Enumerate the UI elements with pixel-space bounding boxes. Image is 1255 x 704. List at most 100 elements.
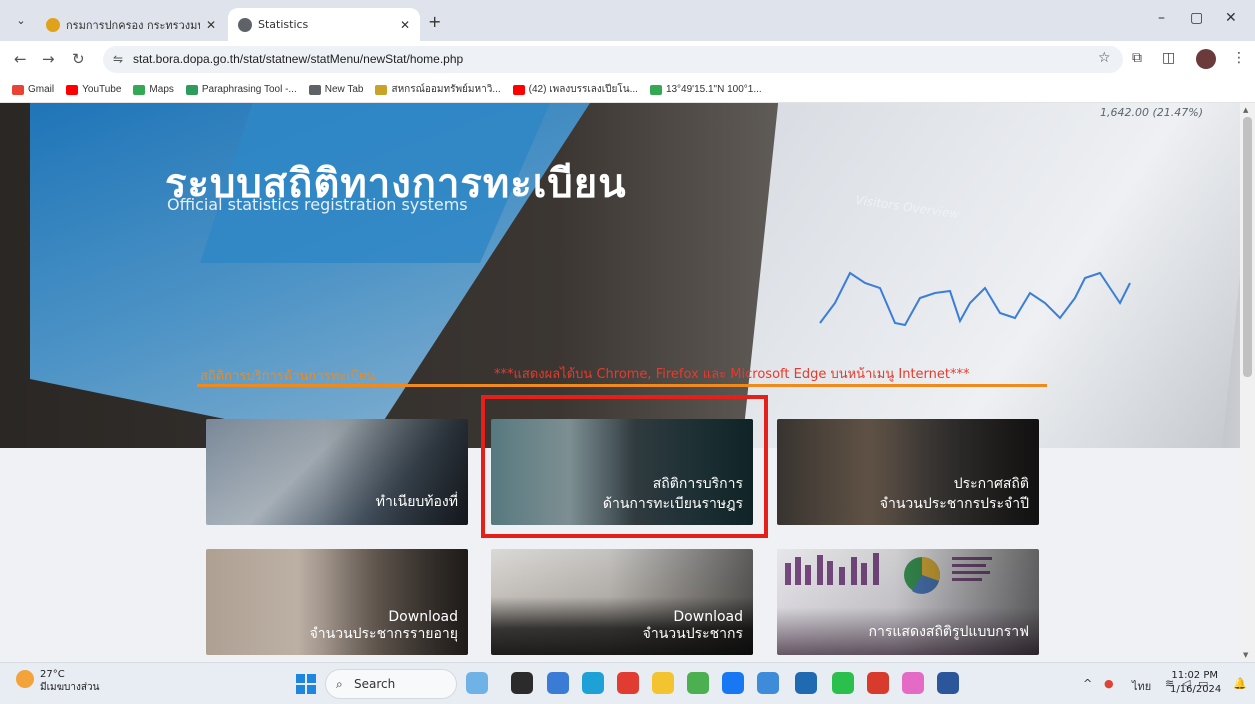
scroll-thumb[interactable]	[1243, 117, 1252, 377]
scroll-down-arrow-icon[interactable]: ▼	[1243, 651, 1248, 659]
tab-title: Statistics	[258, 18, 309, 31]
bookmark-paraphrasing[interactable]: Paraphrasing Tool -...	[185, 84, 297, 95]
minimize-icon[interactable]: –	[1158, 10, 1165, 26]
windows-start-icon[interactable]	[296, 674, 316, 694]
maps-pin-icon	[133, 84, 146, 95]
bookmark-label: Maps	[149, 84, 174, 95]
page-viewport: ระบบสถิติทางการทะเบียน Official statisti…	[0, 103, 1240, 662]
widgets-icon[interactable]	[466, 672, 488, 694]
bookmarks-bar: Gmail YouTube Maps Paraphrasing Tool -..…	[0, 77, 1255, 103]
input-language[interactable]: ไทย	[1132, 677, 1151, 695]
gmail-icon	[12, 84, 24, 95]
tile-label: การแสดงสถิติรูปแบบกราฟ	[868, 624, 1029, 640]
section-label: สถิติการบริการด้านการทะเบียน	[200, 369, 376, 384]
browser-toolbar: ← → ↻ ⇋ stat.bora.dopa.go.th/stat/statne…	[0, 41, 1255, 77]
security-tray-icon[interactable]: ●	[1104, 677, 1114, 690]
site-info-icon[interactable]: ⇋	[113, 52, 123, 66]
tab-search-chevron-icon[interactable]: ⌄	[10, 10, 32, 32]
tray-chevron-up-icon[interactable]: ^	[1083, 677, 1092, 690]
tile-label-line1: ประกาศสถิติ	[953, 476, 1029, 492]
mcafee-icon[interactable]	[617, 672, 639, 694]
copilot-icon[interactable]	[547, 672, 569, 694]
word-icon[interactable]	[937, 672, 959, 694]
tile-download-population[interactable]: Download จำนวนประชากร	[491, 549, 753, 655]
window-close-icon[interactable]: ✕	[1225, 10, 1237, 26]
url-text: stat.bora.dopa.go.th/stat/statnew/statMe…	[133, 52, 464, 66]
scroll-up-arrow-icon[interactable]: ▲	[1243, 106, 1248, 114]
back-arrow-icon[interactable]: ←	[14, 50, 27, 68]
chrome-icon[interactable]	[687, 672, 709, 694]
bookmark-label: YouTube	[82, 84, 122, 95]
task-view-icon[interactable]	[511, 672, 533, 694]
tile-label: ทำเนียบท้องที่	[375, 494, 458, 510]
tile-graph-statistics[interactable]: การแสดงสถิติรูปแบบกราฟ	[777, 549, 1039, 655]
close-tab-icon[interactable]: ✕	[206, 18, 216, 32]
side-panel-icon[interactable]: ◫	[1162, 50, 1175, 66]
forward-arrow-icon[interactable]: →	[42, 50, 55, 68]
tile-locality-directory[interactable]: ทำเนียบท้องที่	[206, 419, 468, 525]
notification-bell-icon[interactable]: 🔔	[1233, 677, 1247, 690]
search-label: Search	[354, 677, 396, 691]
weather-cloud-icon	[16, 670, 34, 688]
tile-label-line2: จำนวนประชากรรายอายุ	[309, 626, 458, 642]
menu-kebab-icon[interactable]: ⋮	[1232, 50, 1246, 66]
close-tab-icon[interactable]: ✕	[400, 18, 410, 32]
maps-pin-icon	[649, 84, 662, 95]
bookmark-label: สหกรณ์ออมทรัพย์มหาวิ...	[391, 84, 501, 95]
coop-logo-icon	[375, 84, 388, 95]
facebook-icon[interactable]	[722, 672, 744, 694]
maximize-icon[interactable]: ▢	[1190, 10, 1203, 26]
dopa-favicon-icon	[46, 17, 60, 32]
tab-title: กรมการปกครอง กระทรวงมหาดไทย	[66, 18, 200, 32]
bookmark-star-icon[interactable]: ☆	[1098, 50, 1111, 66]
tab-strip: ⌄ กรมการปกครอง กระทรวงมหาดไทย ✕ Statisti…	[0, 0, 1255, 41]
bookmark-coop[interactable]: สหกรณ์ออมทรัพย์มหาวิ...	[375, 82, 501, 97]
system-clock[interactable]: 11:02 PM 1/16/2024	[1170, 669, 1222, 697]
page-subtitle: Official statistics registration systems	[167, 195, 468, 214]
bookmark-maps[interactable]: Maps	[133, 84, 174, 95]
teams-icon[interactable]	[902, 672, 924, 694]
bookmark-label: 13°49'15.1"N 100°1...	[665, 84, 762, 95]
line-icon[interactable]	[832, 672, 854, 694]
bookmark-gmail[interactable]: Gmail	[12, 84, 54, 95]
profile-avatar[interactable]	[1196, 49, 1216, 69]
paraphrasing-icon	[185, 84, 198, 95]
youtube-icon	[66, 84, 79, 95]
globe-icon	[238, 17, 252, 32]
edge-icon[interactable]	[582, 672, 604, 694]
clock-time: 11:02 PM	[1171, 670, 1218, 681]
youtube-icon	[512, 84, 525, 95]
screen-donut-value: 1,642.00 (21.47%)	[1100, 106, 1204, 119]
file-explorer-icon[interactable]	[652, 672, 674, 694]
windows-taskbar: 27°C มีเมฆบางส่วน ⌕ Search ^ ● ไทย ≋ ◁ ▭ …	[0, 662, 1255, 704]
tile-label-line2: จำนวนประชากร	[642, 626, 743, 642]
reload-icon[interactable]: ↻	[72, 50, 85, 68]
search-icon: ⌕	[336, 677, 343, 691]
chrome-beta-icon[interactable]	[757, 672, 779, 694]
tile-label-line2: จำนวนประชากรประจำปี	[879, 496, 1029, 512]
page-scrollbar[interactable]: ▲ ▼	[1240, 103, 1255, 662]
globe-icon	[308, 84, 321, 95]
taskbar-search[interactable]: ⌕ Search	[325, 669, 457, 699]
tab-dopa[interactable]: กรมการปกครอง กระทรวงมหาดไทย ✕	[36, 8, 226, 41]
hero-line-chart-decoration	[819, 271, 1131, 327]
bookmark-label: New Tab	[324, 84, 364, 95]
extensions-icon[interactable]: ⧉	[1132, 50, 1142, 66]
app-icon[interactable]	[795, 672, 817, 694]
tile-download-population-by-age[interactable]: Download จำนวนประชากรรายอายุ	[206, 549, 468, 655]
tab-statistics[interactable]: Statistics ✕	[228, 8, 420, 41]
bookmark-coords[interactable]: 13°49'15.1"N 100°1...	[649, 84, 762, 95]
tile-annual-population[interactable]: ประกาศสถิติ จำนวนประชากรประจำปี	[777, 419, 1039, 525]
bookmark-youtube[interactable]: YouTube	[66, 84, 121, 95]
clock-date: 1/16/2024	[1170, 684, 1222, 695]
new-tab-plus-icon[interactable]: +	[428, 12, 441, 31]
section-divider	[197, 384, 1047, 387]
weather-temp: 27°C	[40, 669, 65, 680]
pdf-reader-icon[interactable]	[867, 672, 889, 694]
highlight-box	[481, 395, 768, 538]
bookmark-new-tab[interactable]: New Tab	[308, 84, 364, 95]
bookmark-label: (42) เพลงบรรเลงเปียโน...	[528, 84, 638, 95]
bookmark-piano[interactable]: (42) เพลงบรรเลงเปียโน...	[512, 82, 638, 97]
address-bar[interactable]: ⇋ stat.bora.dopa.go.th/stat/statnew/stat…	[103, 46, 1123, 73]
bookmark-label: Gmail	[28, 84, 55, 95]
